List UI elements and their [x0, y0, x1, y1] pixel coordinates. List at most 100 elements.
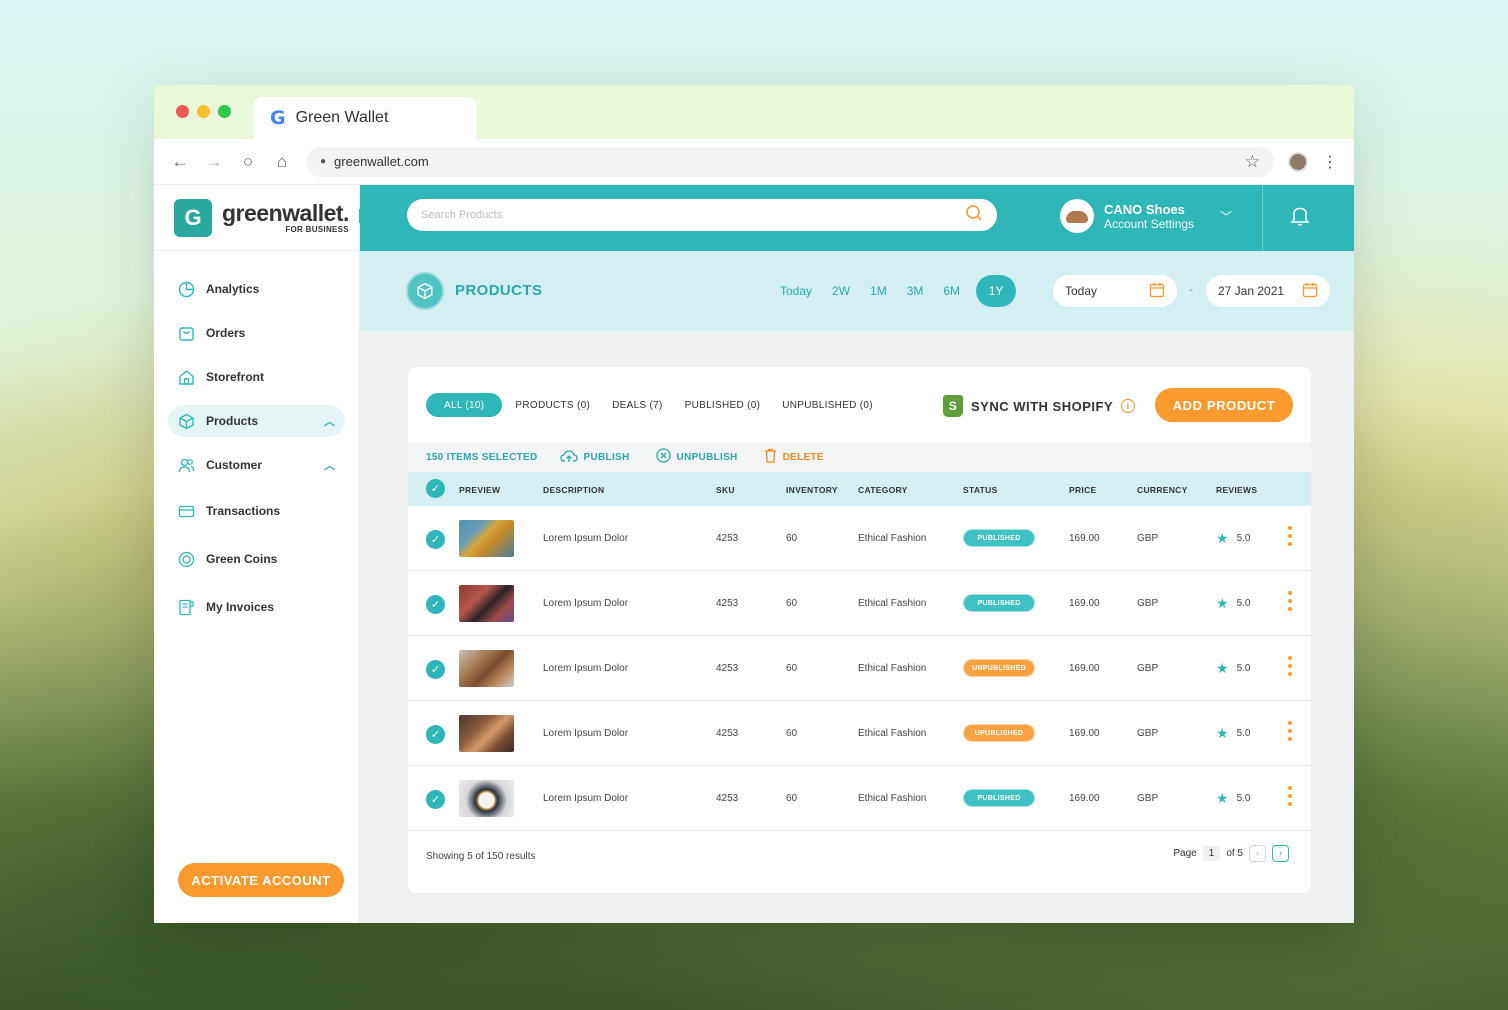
page-label: Page: [1173, 848, 1197, 859]
row-checkbox[interactable]: ✓: [426, 530, 445, 549]
chevron-up-icon[interactable]: ︿: [324, 413, 335, 429]
row-rating: ★ 5.0: [1216, 660, 1250, 677]
unpublish-button[interactable]: UNPUBLISH: [655, 448, 738, 466]
sidebar-item-transactions[interactable]: Transactions: [168, 495, 345, 527]
sidebar-item-label: Analytics: [206, 282, 260, 296]
table-row[interactable]: ✓ Lorem Ipsum Dolor 4253 60 Ethical Fash…: [408, 766, 1311, 831]
star-icon: ★: [1216, 595, 1229, 611]
rating-value: 5.0: [1236, 533, 1251, 544]
date-range-tabs: Today 2W 1M 3M 6M 1Y: [770, 275, 1017, 307]
date-to-picker[interactable]: 27 Jan 2021: [1206, 275, 1330, 307]
next-page-button[interactable]: ›: [1272, 845, 1289, 862]
coin-icon: [178, 551, 195, 568]
table-header: ✓ PREVIEW DESCRIPTION SKU INVENTORY CATE…: [408, 472, 1311, 506]
bookmark-star-icon[interactable]: ☆: [1245, 152, 1260, 172]
brand: G greenwallet. FOR BUSINESS: [154, 185, 359, 251]
row-inventory: 60: [786, 728, 798, 739]
sidebar-item-customer[interactable]: Customer ︿: [168, 449, 345, 481]
account-menu[interactable]: CANO Shoes Account Settings ﹀: [1060, 199, 1232, 233]
range-1m[interactable]: 1M: [860, 275, 897, 307]
chevron-up-icon[interactable]: ︿: [324, 457, 335, 473]
page-number-input[interactable]: 1: [1202, 846, 1221, 861]
filter-published[interactable]: PUBLISHED (0): [674, 393, 772, 417]
row-category: Ethical Fashion: [858, 793, 927, 804]
star-icon: ★: [1216, 530, 1229, 546]
add-product-button[interactable]: ADD PRODUCT: [1155, 388, 1293, 422]
browser-tabbar: G Green Wallet: [154, 85, 1354, 139]
browser-menu-icon[interactable]: ⋮: [1322, 152, 1338, 172]
row-menu-icon[interactable]: [1288, 526, 1292, 546]
activate-account-button[interactable]: ACTIVATE ACCOUNT: [178, 863, 344, 897]
row-menu-icon[interactable]: [1288, 786, 1292, 806]
store-icon: [178, 369, 195, 386]
rating-value: 5.0: [1236, 663, 1251, 674]
row-inventory: 60: [786, 533, 798, 544]
top-bar: CANO Shoes Account Settings ﹀: [360, 185, 1354, 251]
sidebar-item-products[interactable]: Products ︿: [168, 405, 345, 437]
prev-page-button[interactable]: ‹: [1249, 845, 1266, 862]
row-menu-icon[interactable]: [1288, 591, 1292, 611]
selected-count: 150 ITEMS SELECTED: [426, 451, 538, 463]
row-checkbox[interactable]: ✓: [426, 725, 445, 744]
bell-icon[interactable]: [1290, 205, 1310, 233]
table-row[interactable]: ✓ Lorem Ipsum Dolor 4253 60 Ethical Fash…: [408, 636, 1311, 701]
status-badge: UNPUBLISHED: [963, 659, 1035, 677]
chevron-down-icon[interactable]: ﹀: [1220, 208, 1232, 225]
filter-deals[interactable]: DEALS (7): [601, 393, 674, 417]
range-1y[interactable]: 1Y: [976, 275, 1017, 307]
filter-unpublished[interactable]: UNPUBLISHED (0): [771, 393, 884, 417]
url-field[interactable]: ● greenwallet.com ☆: [306, 146, 1274, 177]
google-icon: G: [270, 107, 286, 129]
date-from-picker[interactable]: Today: [1053, 275, 1177, 307]
table-row[interactable]: ✓ Lorem Ipsum Dolor 4253 60 Ethical Fash…: [408, 506, 1311, 571]
main-content: CANO Shoes Account Settings ﹀ PRODUCTS T…: [360, 185, 1354, 923]
search-input[interactable]: [421, 209, 965, 221]
back-arrow-icon[interactable]: ←: [170, 152, 190, 172]
row-menu-icon[interactable]: [1288, 656, 1292, 676]
rating-value: 5.0: [1236, 728, 1251, 739]
filter-all[interactable]: ALL (10): [426, 393, 503, 417]
info-icon[interactable]: i: [1121, 399, 1136, 413]
range-3m[interactable]: 3M: [897, 275, 934, 307]
browser-tab[interactable]: G Green Wallet: [254, 97, 476, 139]
search-icon[interactable]: [965, 204, 983, 227]
row-sku: 4253: [716, 663, 739, 674]
publish-button[interactable]: PUBLISH: [559, 449, 630, 466]
range-today[interactable]: Today: [770, 275, 822, 307]
col-preview: PREVIEW: [459, 485, 501, 495]
row-checkbox[interactable]: ✓: [426, 595, 445, 614]
sidebar-item-orders[interactable]: Orders: [168, 317, 345, 349]
row-checkbox[interactable]: ✓: [426, 660, 445, 679]
row-menu-icon[interactable]: [1288, 721, 1292, 741]
maximize-window-button[interactable]: [218, 105, 231, 118]
row-description: Lorem Ipsum Dolor: [543, 663, 629, 674]
app: G greenwallet. FOR BUSINESS ‹ Analytics: [154, 185, 1354, 923]
sidebar-item-my-invoices[interactable]: My Invoices: [168, 591, 345, 623]
filter-tabs: ALL (10) PRODUCTS (0) DEALS (7) PUBLISHE…: [426, 393, 884, 417]
row-category: Ethical Fashion: [858, 598, 927, 609]
reload-icon[interactable]: ○: [238, 152, 258, 172]
table-row[interactable]: ✓ Lorem Ipsum Dolor 4253 60 Ethical Fash…: [408, 701, 1311, 766]
sidebar-item-analytics[interactable]: Analytics: [168, 273, 345, 305]
sync-shopify[interactable]: S SYNC WITH SHOPIFY i: [943, 395, 1136, 417]
range-6m[interactable]: 6M: [933, 275, 970, 307]
date-to-value: 27 Jan 2021: [1218, 284, 1285, 298]
home-icon[interactable]: ⌂: [272, 152, 292, 172]
product-thumbnail: [459, 585, 514, 622]
row-checkbox[interactable]: ✓: [426, 790, 445, 809]
close-circle-icon: [655, 448, 671, 466]
close-window-button[interactable]: [176, 105, 189, 118]
select-all-checkbox[interactable]: ✓: [426, 479, 445, 498]
table-row[interactable]: ✓ Lorem Ipsum Dolor 4253 60 Ethical Fash…: [408, 571, 1311, 636]
invoice-icon: [178, 599, 195, 616]
sidebar-item-green-coins[interactable]: Green Coins: [168, 543, 345, 575]
minimize-window-button[interactable]: [197, 105, 210, 118]
brand-name: greenwallet.: [222, 200, 349, 226]
forward-arrow-icon[interactable]: →: [204, 152, 224, 172]
range-2w[interactable]: 2W: [822, 275, 860, 307]
sidebar-item-storefront[interactable]: Storefront: [168, 361, 345, 393]
profile-avatar[interactable]: [1288, 151, 1308, 172]
shopping-bag-icon: [178, 325, 195, 342]
delete-button[interactable]: DELETE: [764, 448, 824, 466]
filter-products[interactable]: PRODUCTS (0): [504, 393, 601, 417]
